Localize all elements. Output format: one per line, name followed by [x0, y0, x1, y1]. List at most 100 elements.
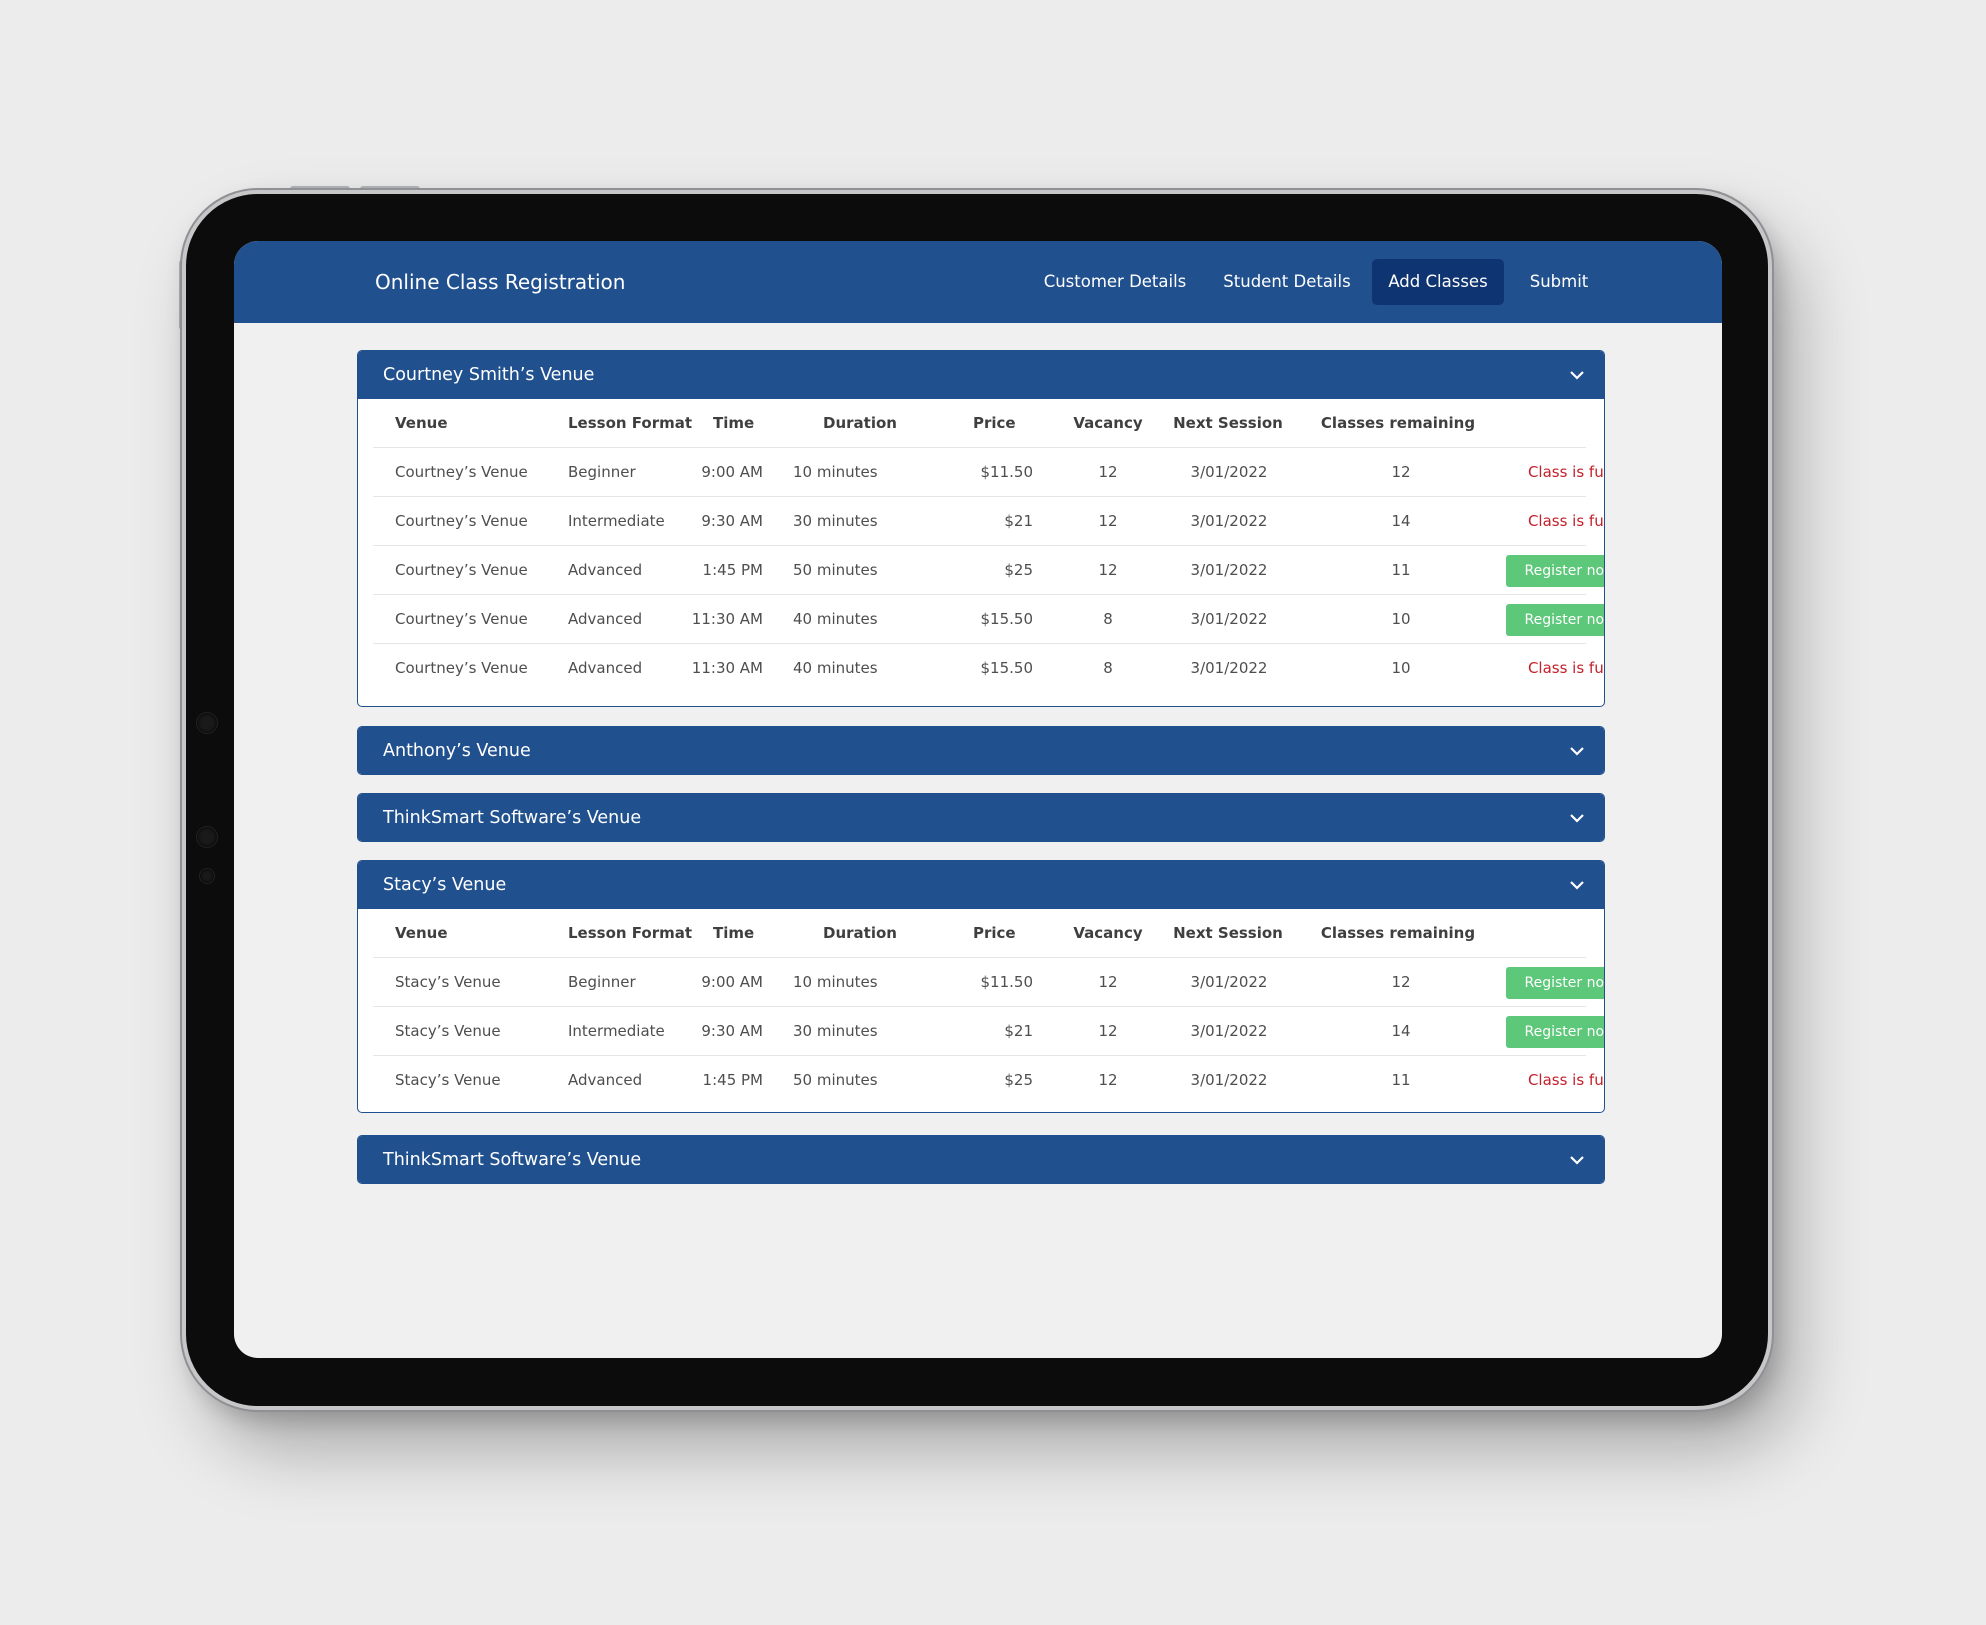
- cell-price: $15.50: [980, 610, 1034, 628]
- chevron-down-icon[interactable]: [1568, 1151, 1586, 1169]
- col-vacancy: Vacancy: [1073, 414, 1143, 432]
- cell-duration: 10 minutes: [793, 463, 878, 481]
- table-row: Courtney’s Venue Advanced 11:30 AM 40 mi…: [373, 595, 1604, 644]
- cell-vacancy: 12: [1098, 973, 1118, 991]
- nav-submit[interactable]: Submit: [1514, 259, 1604, 305]
- cell-duration: 50 minutes: [793, 561, 878, 579]
- class-full-status: Class is full: [1493, 644, 1605, 692]
- venue-title: Anthony’s Venue: [383, 741, 531, 761]
- cell-venue: Stacy’s Venue: [395, 973, 501, 991]
- table-row: Courtney’s Venue Advanced 11:30 AM 40 mi…: [373, 644, 1604, 692]
- cell-lesson-format: Beginner: [568, 973, 636, 991]
- col-lesson-format: Lesson Format: [568, 414, 693, 432]
- venue-header[interactable]: Stacy’s Venue: [358, 861, 1604, 909]
- nav-add-classes[interactable]: Add Classes: [1372, 259, 1504, 305]
- cell-next-session: 3/01/2022: [1190, 1022, 1268, 1040]
- nav-student-details[interactable]: Student Details: [1202, 259, 1372, 305]
- cell-price: $11.50: [980, 973, 1034, 991]
- cell-next-session: 3/01/2022: [1190, 512, 1268, 530]
- cell-venue: Courtney’s Venue: [395, 610, 528, 628]
- col-time: Time: [713, 414, 755, 432]
- nav-customer-details[interactable]: Customer Details: [1020, 259, 1210, 305]
- cell-time: 9:30 AM: [701, 1022, 763, 1040]
- cell-venue: Courtney’s Venue: [395, 561, 528, 579]
- cell-time: 1:45 PM: [702, 1071, 763, 1089]
- cell-time: 9:30 AM: [701, 512, 763, 530]
- chevron-down-icon[interactable]: [1568, 809, 1586, 827]
- cell-classes-remaining: 12: [1391, 463, 1411, 481]
- screen: Online Class Registration Customer Detai…: [234, 241, 1722, 1358]
- venue-title: Courtney Smith’s Venue: [383, 365, 595, 385]
- cell-vacancy: 12: [1098, 561, 1118, 579]
- venue-title: ThinkSmart Software’s Venue: [383, 1150, 642, 1170]
- table-row: Stacy’s Venue Advanced 1:45 PM 50 minute…: [373, 1056, 1604, 1104]
- cell-time: 9:00 AM: [701, 463, 763, 481]
- cell-classes-remaining: 12: [1391, 973, 1411, 991]
- chevron-down-icon[interactable]: [1568, 742, 1586, 760]
- venue-header[interactable]: Anthony’s Venue: [358, 727, 1604, 774]
- venue-header[interactable]: ThinkSmart Software’s Venue: [358, 794, 1604, 841]
- cell-next-session: 3/01/2022: [1190, 610, 1268, 628]
- cell-duration: 40 minutes: [793, 659, 878, 677]
- register-now-button[interactable]: Register now: [1506, 1016, 1604, 1048]
- class-full-status: Class is full: [1493, 497, 1605, 545]
- cell-classes-remaining: 14: [1391, 1022, 1411, 1040]
- col-price: Price: [973, 924, 1016, 942]
- class-full-label: Class is full: [1527, 659, 1605, 677]
- col-classes-remaining: Classes remaining: [1320, 924, 1476, 942]
- cell-vacancy: 8: [1103, 659, 1113, 677]
- col-venue: Venue: [395, 924, 448, 942]
- col-lesson-format: Lesson Format: [568, 924, 693, 942]
- class-full-status: Class is full: [1493, 448, 1604, 496]
- cell-duration: 30 minutes: [793, 512, 878, 530]
- camera-lens-icon: [197, 827, 217, 847]
- cell-time: 1:45 PM: [702, 561, 763, 579]
- register-cell: Register now: [1493, 958, 1604, 1006]
- register-now-button[interactable]: Register now: [1506, 967, 1604, 999]
- col-classes-remaining: Classes remaining: [1320, 414, 1476, 432]
- table-header-row: Venue Lesson Format Time Duration Price …: [373, 399, 1586, 448]
- chevron-down-icon[interactable]: [1568, 876, 1586, 894]
- class-full-label: Class is full: [1527, 512, 1605, 530]
- cell-next-session: 3/01/2022: [1190, 973, 1268, 991]
- venue-panel-thinksmart: ThinkSmart Software’s Venue: [357, 793, 1605, 842]
- table-row: Courtney’s Venue Intermediate 9:30 AM 30…: [373, 497, 1604, 546]
- cell-venue: Courtney’s Venue: [395, 659, 528, 677]
- venue-panel-thinksmart-2: ThinkSmart Software’s Venue: [357, 1135, 1605, 1184]
- cell-next-session: 3/01/2022: [1190, 659, 1268, 677]
- cell-lesson-format: Beginner: [568, 463, 636, 481]
- venue-header[interactable]: Courtney Smith’s Venue: [358, 351, 1604, 399]
- class-full-label: Class is full: [1527, 1071, 1605, 1089]
- col-price: Price: [973, 414, 1016, 432]
- table-row: Courtney’s Venue Advanced 1:45 PM 50 min…: [373, 546, 1604, 595]
- cell-vacancy: 12: [1098, 463, 1118, 481]
- register-now-button[interactable]: Register now: [1506, 555, 1604, 587]
- chevron-down-icon[interactable]: [1568, 366, 1586, 384]
- cell-time: 9:00 AM: [701, 973, 763, 991]
- venue-panel-courtney: Courtney Smith’s Venue Venue Lesson Form…: [357, 350, 1605, 707]
- class-full-status: Class is full: [1493, 1056, 1605, 1104]
- cell-vacancy: 12: [1098, 1022, 1118, 1040]
- cell-venue: Stacy’s Venue: [395, 1071, 501, 1089]
- venue-panel-stacy: Stacy’s Venue Venue Lesson Format Time D…: [357, 860, 1605, 1113]
- register-now-button[interactable]: Register now: [1506, 604, 1604, 636]
- classes-table: Venue Lesson Format Time Duration Price …: [373, 909, 1604, 1104]
- cell-price: $11.50: [980, 463, 1034, 481]
- col-next-session: Next Session: [1173, 924, 1283, 942]
- cell-price: $25: [1004, 561, 1033, 579]
- app-title: Online Class Registration: [375, 270, 626, 294]
- table-row: Stacy’s Venue Intermediate 9:30 AM 30 mi…: [373, 1007, 1604, 1056]
- cell-venue: Stacy’s Venue: [395, 1022, 501, 1040]
- col-venue: Venue: [395, 414, 448, 432]
- register-cell: Register now: [1493, 1007, 1604, 1055]
- cell-price: $21: [1004, 1022, 1033, 1040]
- cell-duration: 10 minutes: [793, 973, 878, 991]
- col-time: Time: [713, 924, 755, 942]
- venue-header[interactable]: ThinkSmart Software’s Venue: [358, 1136, 1604, 1183]
- camera-sensor-icon: [197, 713, 217, 733]
- cell-lesson-format: Advanced: [568, 1071, 643, 1089]
- cell-vacancy: 12: [1098, 512, 1118, 530]
- cell-classes-remaining: 11: [1391, 561, 1411, 579]
- venue-panel-anthony: Anthony’s Venue: [357, 726, 1605, 775]
- cell-classes-remaining: 14: [1391, 512, 1411, 530]
